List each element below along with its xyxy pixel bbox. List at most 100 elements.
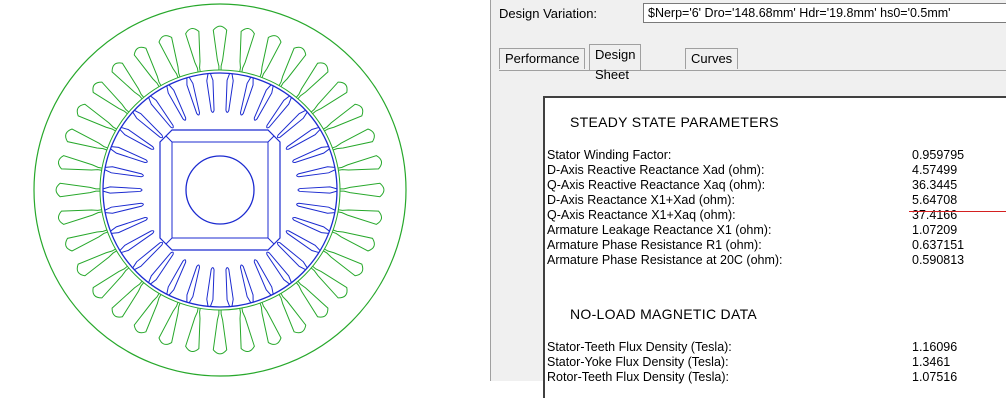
report-row: Armature Phase Resistance R1 (ohm): 0.637… xyxy=(547,238,1006,253)
stator-slot xyxy=(259,302,282,345)
rotor-slot xyxy=(166,259,187,296)
stator-slot xyxy=(58,155,103,171)
stator-slot xyxy=(310,81,348,115)
rotor-magnet-outline xyxy=(159,129,281,251)
report-row: Rotor-Teeth Flux Density (Tesla): 1.07516 xyxy=(547,370,1006,385)
row-label: Q-Axis Reactance X1+Xaq (ohm): xyxy=(547,208,736,222)
row-value: 4.57499 xyxy=(912,163,958,177)
rotor-slot xyxy=(253,84,274,121)
row-label: Stator Winding Factor: xyxy=(547,148,672,162)
no-load-title: NO-LOAD MAGNETIC DATA xyxy=(570,306,758,322)
stator-slot xyxy=(158,35,181,78)
row-value: 1.16096 xyxy=(912,340,958,354)
row-label: Rotor-Teeth Flux Density (Tesla): xyxy=(547,370,730,384)
stator-slot xyxy=(295,280,329,318)
row-label: Q-Axis Reactive Reactance Xaq (ohm): xyxy=(547,178,766,192)
stator-slot xyxy=(65,229,108,252)
rotor-corner-line xyxy=(267,237,275,245)
stator-slot xyxy=(58,209,103,225)
row-value: 36.3445 xyxy=(912,178,958,192)
tab-performance[interactable]: Performance xyxy=(499,48,586,69)
row-value: 0.590813 xyxy=(912,253,965,267)
report-row: Stator-Yoke Flux Density (Tesla): 1.3461 xyxy=(547,355,1006,370)
report-row: D-Axis Reactance X1+Xad (ohm): 5.64708 xyxy=(547,193,1006,208)
row-label: Armature Phase Resistance at 20C (ohm): xyxy=(547,253,783,267)
steady-state-title: STEADY STATE PARAMETERS xyxy=(570,114,779,130)
report-row: Stator Winding Factor: 0.959795 xyxy=(547,148,1006,163)
rotor-slot xyxy=(166,84,187,121)
rotor-slot xyxy=(148,251,174,285)
rotor-slot xyxy=(110,217,148,234)
row-value: 1.07516 xyxy=(912,370,958,384)
tab-curves[interactable]: Curves xyxy=(685,48,739,69)
rotor-corner-line xyxy=(165,237,173,245)
rotor-slot xyxy=(292,146,330,163)
stator-slot xyxy=(332,229,375,252)
stator-slot xyxy=(55,182,101,198)
rotor-corner-line xyxy=(165,135,173,143)
report-row: D-Axis Reactive Reactance Xad (ohm): 4.57… xyxy=(547,163,1006,178)
stator-slot xyxy=(295,62,329,100)
stator-slot xyxy=(212,25,228,71)
stator-slot xyxy=(337,209,382,225)
row-value: 1.3461 xyxy=(912,355,951,369)
stator-slot xyxy=(323,248,364,277)
stator-slot xyxy=(92,81,130,115)
row-label: Stator-Yoke Flux Density (Tesla): xyxy=(547,355,729,369)
report-row: Armature Phase Resistance at 20C (ohm): 0… xyxy=(547,253,1006,268)
rotor-slot xyxy=(276,109,308,139)
stator-slot xyxy=(323,103,364,132)
row-value: 5.64708 xyxy=(912,193,958,207)
stator-slot xyxy=(158,302,181,345)
rotor-slot xyxy=(292,217,330,234)
rotor-slot xyxy=(239,76,254,116)
rotor-slot xyxy=(266,95,292,129)
rotor-slot xyxy=(225,73,234,113)
rotor-slot xyxy=(119,126,155,150)
stator-slot xyxy=(339,182,385,198)
rotor-slot xyxy=(119,230,155,254)
design-sheet-panel: Design Variation: $Nerp='6' Dro='148.68m… xyxy=(490,0,1006,398)
rotor-slot xyxy=(186,76,201,116)
row-label: D-Axis Reactive Reactance Xad (ohm): xyxy=(547,163,765,177)
row-value: 1.07209 xyxy=(912,223,958,237)
row-label: Stator-Teeth Flux Density (Tesla): xyxy=(547,340,732,354)
stator-slot xyxy=(185,28,201,73)
design-variation-label: Design Variation: xyxy=(499,6,598,21)
stator-slot xyxy=(133,46,162,87)
stator-slot xyxy=(111,62,145,100)
rotor-slot xyxy=(186,264,201,304)
stator-slot xyxy=(76,248,117,277)
stator-slot xyxy=(239,307,255,352)
tab-design-sheet[interactable]: Design Sheet xyxy=(589,44,642,82)
report-row: Armature Leakage Reactance X1 (ohm): 1.07… xyxy=(547,223,1006,238)
rotor-slot xyxy=(206,267,215,307)
rotor-slot xyxy=(102,186,143,194)
stator-slot xyxy=(133,293,162,334)
stator-slot xyxy=(259,35,282,78)
row-value: 0.959795 xyxy=(912,148,965,162)
stator-slot xyxy=(310,265,348,299)
design-variation-field[interactable]: $Nerp='6' Dro='148.68mm' Hdr='19.8mm' hs… xyxy=(643,3,1006,23)
rotor-slot xyxy=(132,109,164,139)
stator-lamination xyxy=(33,3,407,377)
rotor-slot xyxy=(296,166,336,178)
design-sheet-report: STEADY STATE PARAMETERS Stator Winding F… xyxy=(543,96,1006,398)
stator-slot xyxy=(332,128,375,151)
report-row: Stator-Teeth Flux Density (Tesla): 1.1609… xyxy=(547,340,1006,355)
rotor-slot xyxy=(148,95,174,129)
rotor-slot xyxy=(266,251,292,285)
rotor-slot xyxy=(297,186,338,194)
rotor-slot xyxy=(110,146,148,163)
rotor-lamination xyxy=(102,72,338,308)
rotor-slot xyxy=(239,264,254,304)
rotor-slot xyxy=(253,259,274,296)
rotor-slot xyxy=(104,202,144,214)
rotor-slot xyxy=(104,166,144,178)
row-label: D-Axis Reactance X1+Xad (ohm): xyxy=(547,193,735,207)
stator-bore-circle xyxy=(99,69,341,311)
rotor-slot xyxy=(132,241,164,271)
rotor-slot xyxy=(296,202,336,214)
stator-slot xyxy=(278,46,307,87)
rotor-slot xyxy=(285,126,321,150)
